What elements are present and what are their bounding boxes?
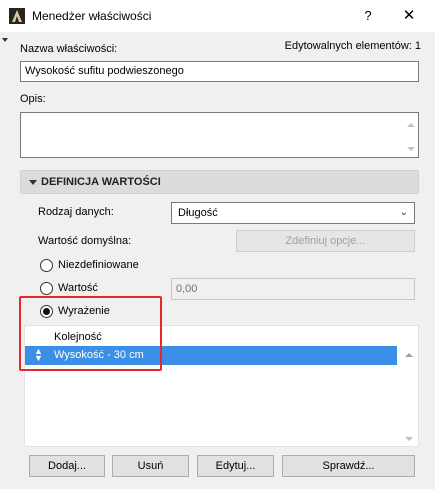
radio-value-label: Wartość [58, 282, 98, 294]
scroll-up-icon[interactable] [407, 123, 415, 127]
scroll-down-icon[interactable] [407, 147, 415, 151]
help-button[interactable]: ? [355, 4, 381, 28]
section-title: DEFINICJA WARTOŚCI [41, 176, 161, 188]
radio-expression-label: Wyrażenie [58, 305, 110, 317]
expand-triangle-icon [29, 180, 37, 185]
expression-row-label: Wysokość - 30 cm [54, 349, 144, 361]
radio-undefined[interactable] [40, 259, 53, 272]
list-scroll-up-icon[interactable] [405, 353, 413, 357]
add-button[interactable]: Dodaj... [29, 455, 105, 477]
default-value-label: Wartość domyślna: [38, 235, 132, 247]
close-button[interactable]: ✕ [396, 4, 422, 28]
chevron-down-icon: ⌄ [399, 207, 408, 218]
drag-handle-icon[interactable]: ▲ ▼ [34, 347, 43, 363]
value-definition-section-header[interactable]: DEFINICJA WARTOŚCI [20, 170, 419, 194]
editable-count-label: Edytowalnych elementów: 1 [284, 40, 421, 52]
window-title: Menedżer właściwości [32, 9, 152, 23]
list-header: Kolejność [25, 328, 397, 346]
title-bar: Menedżer właściwości ? ✕ [0, 0, 435, 32]
data-type-value: Długość [178, 207, 218, 219]
radio-value[interactable] [40, 282, 53, 295]
order-column-label: Kolejność [54, 331, 102, 343]
archicad-icon [9, 8, 25, 24]
define-options-button[interactable]: Zdefiniuj opcje... [236, 230, 415, 252]
property-manager-window: Menedżer właściwości ? ✕ Nazwa właściwoś… [0, 0, 435, 489]
list-item[interactable]: ▲ ▼ Wysokość - 30 cm [25, 346, 397, 365]
list-scroll-down-icon[interactable] [405, 437, 413, 441]
collapse-marker-icon [2, 38, 8, 42]
edit-button[interactable]: Edytuj... [197, 455, 274, 477]
radio-expression[interactable] [40, 305, 53, 318]
data-type-label: Rodzaj danych: [38, 206, 114, 218]
description-label: Opis: [20, 93, 46, 105]
check-button[interactable]: Sprawdź... [282, 455, 415, 477]
value-input[interactable]: 0,00 [171, 278, 415, 300]
remove-button[interactable]: Usuń [112, 455, 189, 477]
radio-undefined-label: Niezdefiniowane [58, 259, 139, 271]
property-name-input[interactable]: Wysokość sufitu podwieszonego [20, 61, 419, 82]
description-field[interactable] [20, 112, 419, 158]
property-name-label: Nazwa właściwości: [20, 43, 118, 55]
data-type-select[interactable]: Długość ⌄ [171, 202, 415, 224]
expression-list[interactable]: Kolejność ▲ ▼ Wysokość - 30 cm [24, 325, 419, 447]
